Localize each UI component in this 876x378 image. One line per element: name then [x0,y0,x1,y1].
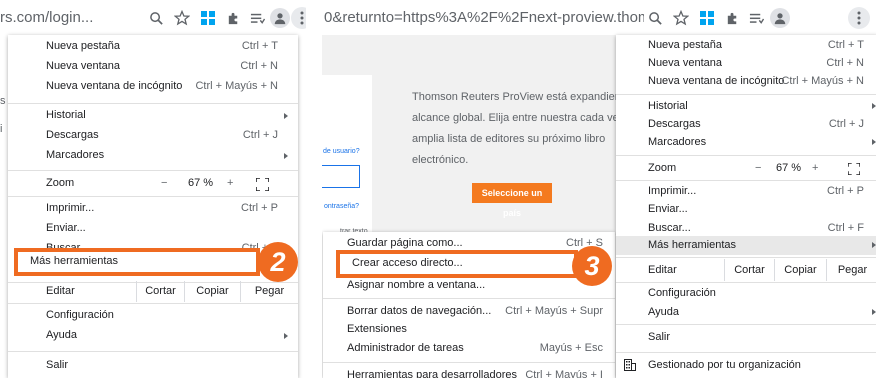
submenu-item-extensions[interactable]: Extensiones [323,319,615,340]
forgot-password-link[interactable]: ontraseña? [324,203,359,210]
menu-divider [8,103,298,104]
reading-list-icon[interactable] [747,9,765,27]
menu-divider [616,155,876,156]
paste-button[interactable]: Pegar [826,259,876,281]
callout-more-tools: Más herramientas [14,248,260,276]
menu-item-help[interactable]: Ayuda [8,325,298,346]
zoom-out-button[interactable]: − [161,171,167,195]
menu-item-bookmarks[interactable]: Marcadores [616,133,876,151]
menu-divider [616,257,876,258]
building-icon [624,359,636,377]
menu-item-search[interactable]: Buscar...Ctrl + F [616,219,876,237]
menu-divider [616,282,876,283]
menu-item-downloads[interactable]: Descargas Ctrl + J [616,115,876,133]
menu-item-send[interactable]: Enviar... [8,218,298,239]
submenu-item-task-manager[interactable]: Administrador de tareas Mayús + Esc [323,338,615,359]
menu-item-history[interactable]: Historial [8,105,298,126]
menu-item-more-tools[interactable]: Más herramientas [616,236,876,255]
puzzle-icon[interactable] [224,9,242,27]
chevron-right-icon [284,153,288,159]
menu-item-help[interactable]: Ayuda [616,303,876,321]
browser-toolbar: 0&returnto=https%3A%2F%2Fnext-proview.th… [322,0,876,35]
chevron-right-icon [284,333,288,339]
search-icon[interactable] [147,9,165,27]
menu-item-zoom: Zoom − 67 % + [616,157,876,179]
zoom-in-button[interactable]: + [812,157,818,179]
menu-item-bookmarks[interactable]: Marcadores [8,145,298,166]
menu-divider [616,324,876,325]
menu-divider [323,298,615,299]
page-side-char-i: i [0,123,3,135]
menu-item-send[interactable]: Enviar... [616,200,876,218]
select-country-button[interactable]: Seleccione un país [472,183,552,218]
search-icon[interactable] [646,9,664,27]
menu-divider [8,351,298,352]
profile-icon[interactable] [270,8,290,28]
menu-item-exit[interactable]: Salir [616,328,876,346]
menu-divider [8,303,298,304]
chevron-right-icon [284,113,288,119]
kebab-menu-icon[interactable] [848,7,870,29]
menu-item-settings[interactable]: Configuración [8,305,298,326]
zoom-level: 67 % [188,177,214,189]
copy-button[interactable]: Copiar [184,281,240,302]
submenu-item-name-window[interactable]: Asignar nombre a ventana... [323,275,615,296]
submenu-item-dev-tools[interactable]: Herramientas para desarrolladores Ctrl + … [323,365,615,378]
menu-item-incognito[interactable]: Nueva ventana de incógnito Ctrl + Mayús +… [8,76,298,97]
menu-item-settings[interactable]: Configuración [616,284,876,302]
cut-button[interactable]: Cortar [136,281,184,302]
menu-item-new-tab[interactable]: Nueva pestaña Ctrl + T [616,36,876,54]
menu-item-exit[interactable]: Salir [8,355,298,376]
reading-list-icon[interactable] [248,9,266,27]
callout-create-shortcut: Crear acceso directo... [336,250,578,278]
promo-paragraph: Thomson Reuters ProView está expandiendo… [412,91,643,166]
star-icon[interactable] [672,9,690,27]
profile-icon[interactable] [770,8,790,28]
menu-item-print[interactable]: Imprimir... Ctrl + P [8,198,298,219]
menu-item-history[interactable]: Historial [616,97,876,115]
menu-divider [616,94,876,95]
menu-divider [616,352,876,353]
menu-item-edit: Editar Cortar Copiar Pegar [8,281,298,302]
menu-divider [616,180,876,181]
windows-icon[interactable] [698,9,716,27]
step-badge-3: 3 [572,246,612,286]
menu-item-new-window[interactable]: Nueva ventana Ctrl + N [8,56,298,77]
chrome-main-menu: Nueva pestaña Ctrl + T Nueva ventana Ctrl … [8,35,298,378]
menu-item-edit: Editar Cortar Copiar Pegar [616,259,876,281]
menu-item-new-window[interactable]: Nueva ventana Ctrl + N [616,54,876,72]
chevron-right-icon [872,242,876,248]
zoom-out-button[interactable]: − [755,157,761,179]
username-input[interactable] [322,165,360,188]
paste-button[interactable]: Pegar [240,281,298,302]
menu-divider [323,362,615,363]
left-screenshot: rs.com/login... s i Nueva pestaña Ctrl + … [0,0,306,378]
menu-item-print[interactable]: Imprimir... Ctrl + P [616,182,876,200]
zoom-level: 67 % [776,162,802,174]
menu-item-managed[interactable]: Gestionado por tu organización [616,356,876,374]
menu-item-incognito[interactable]: Nueva ventana de incógnito Ctrl + Mayús +… [616,72,876,90]
menu-item-downloads[interactable]: Descargas Ctrl + J [8,125,298,146]
kebab-menu-icon[interactable] [291,7,306,29]
chevron-right-icon [872,103,876,109]
menu-item-new-tab[interactable]: Nueva pestaña Ctrl + T [8,36,298,57]
page-side-char-s: s [0,95,6,107]
chrome-main-menu: Nueva pestaña Ctrl + T Nueva ventana Ctrl … [616,35,876,378]
chevron-right-icon [872,139,876,145]
menu-item-zoom: Zoom − 67 % + [8,171,298,195]
cut-button[interactable]: Cortar [724,259,774,281]
puzzle-icon[interactable] [723,9,741,27]
browser-toolbar: rs.com/login... [0,0,306,35]
zoom-in-button[interactable]: + [227,171,233,195]
address-bar[interactable]: 0&returnto=https%3A%2F%2Fnext-proview.th… [324,0,644,35]
copy-button[interactable]: Copiar [774,259,826,281]
right-screenshot: 0&returnto=https%3A%2F%2Fnext-proview.th… [322,0,876,378]
chevron-right-icon [872,309,876,315]
menu-divider [8,196,298,197]
address-bar[interactable]: rs.com/login... [0,0,140,35]
step-badge-2: 2 [258,242,298,282]
star-icon[interactable] [173,9,191,27]
windows-icon[interactable] [199,9,217,27]
forgot-username-link[interactable]: de usuario? [323,148,360,155]
